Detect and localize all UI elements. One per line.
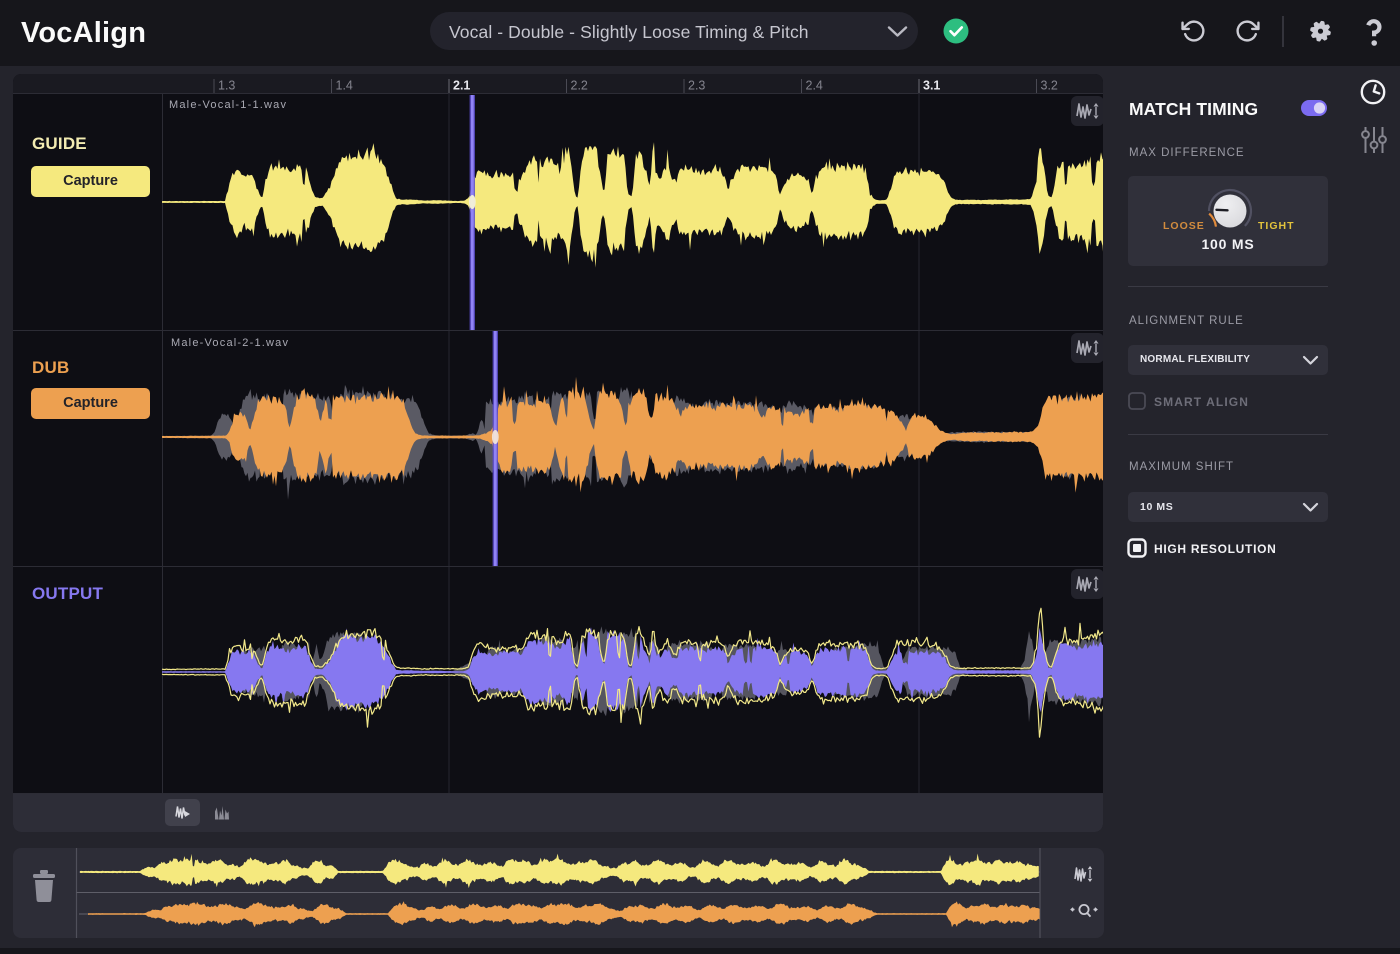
- svg-text:2.4: 2.4: [806, 79, 823, 93]
- svg-text:2.3: 2.3: [688, 79, 705, 93]
- svg-text:1.3: 1.3: [218, 79, 235, 93]
- svg-text:2.2: 2.2: [571, 79, 588, 93]
- svg-text:2.1: 2.1: [453, 79, 470, 93]
- svg-text:3.1: 3.1: [923, 79, 940, 93]
- svg-text:3.2: 3.2: [1041, 79, 1058, 93]
- svg-text:1.4: 1.4: [336, 79, 353, 93]
